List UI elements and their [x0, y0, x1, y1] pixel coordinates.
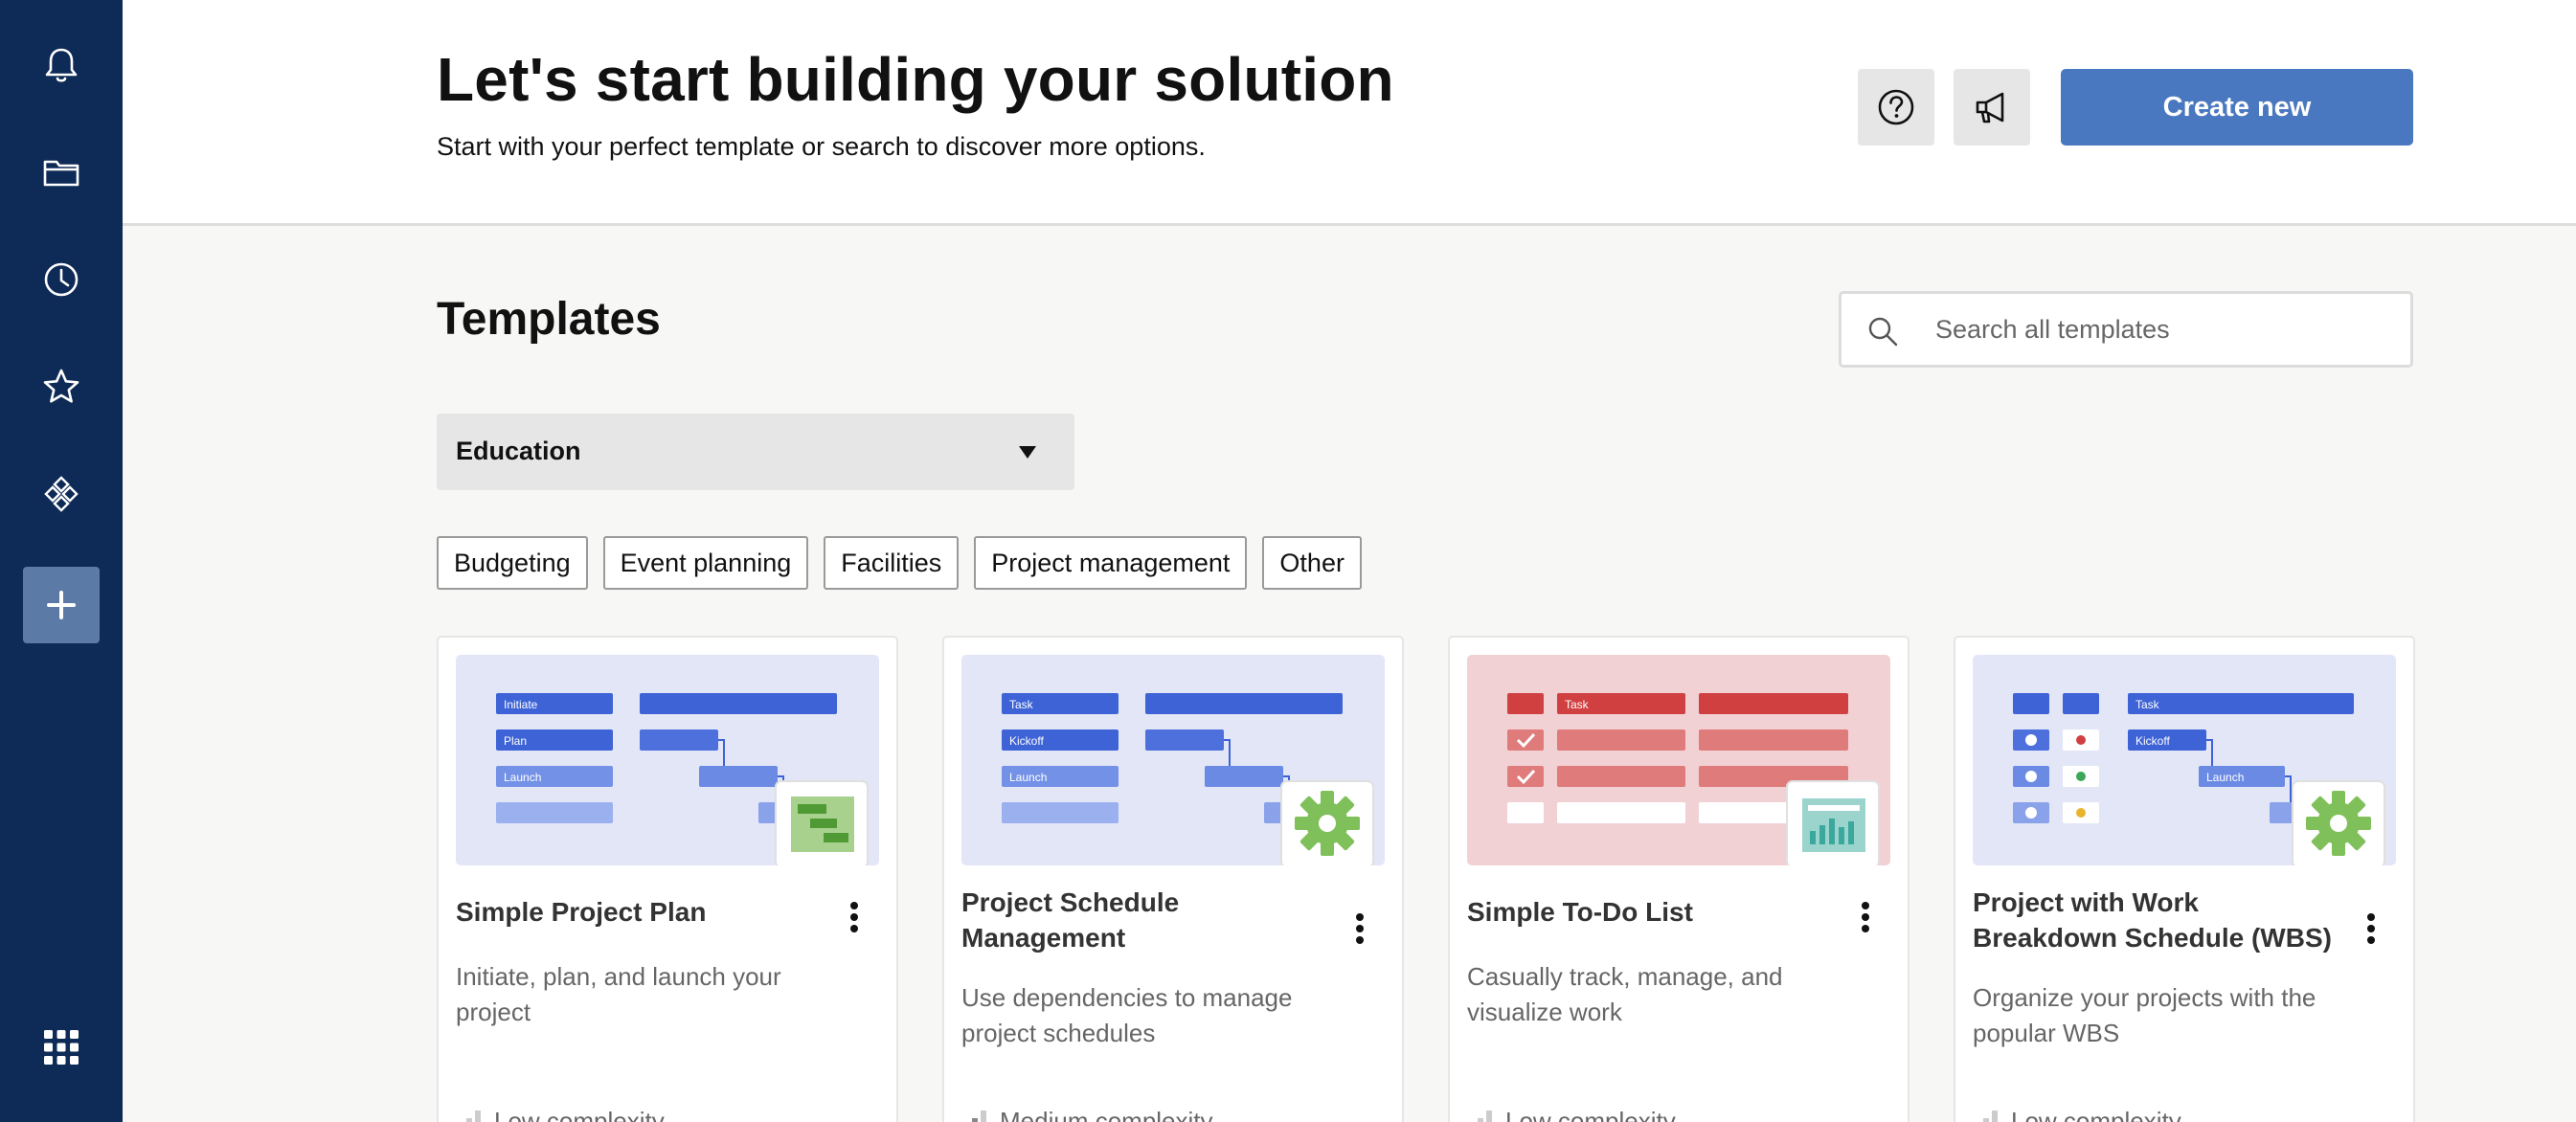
complexity-label: Low complexity [1505, 1107, 1676, 1122]
caret-down-icon [1019, 446, 1036, 459]
template-card-simple-to-do-list[interactable]: Task Simple To-Do List Casually track, m… [1448, 636, 1909, 1122]
template-card-project-with-wbs[interactable]: Task Kickoff Launch Project with Work Br… [1954, 636, 2415, 1122]
megaphone-icon [1976, 92, 2004, 123]
workapps-button[interactable] [23, 456, 100, 532]
filter-chip-budgeting[interactable]: Budgeting [437, 536, 588, 590]
complexity-label: Medium complexity [1000, 1107, 1213, 1122]
filter-chip-facilities[interactable]: Facilities [824, 536, 960, 590]
app-grid-icon [44, 1030, 79, 1065]
complexity-indicator: Medium complexity [961, 1107, 1213, 1122]
create-nav-button[interactable] [23, 567, 100, 643]
thumb-label-launch: Launch [504, 771, 541, 784]
search-input[interactable] [1935, 294, 2385, 365]
page-header: Let's start building your solution Start… [123, 0, 2576, 226]
bar-signal-icon [1478, 1110, 1492, 1122]
diamond-grid-icon [44, 476, 79, 512]
templates-heading: Templates [437, 294, 661, 345]
template-thumbnail: Task Kickoff Launch [961, 655, 1385, 865]
more-options-button[interactable] [1846, 894, 1885, 940]
left-sidebar [0, 0, 123, 1122]
complexity-indicator: Low complexity [456, 1107, 665, 1122]
bell-icon [45, 48, 78, 82]
template-title: Project Schedule Management [961, 887, 1180, 953]
vertical-ellipsis-icon [2367, 913, 2375, 944]
thumb-label-launch: Launch [1009, 771, 1047, 784]
template-description: Casually track, manage, and visualize wo… [1467, 962, 1783, 1026]
plus-icon [47, 591, 76, 619]
create-new-button[interactable]: Create new [2061, 69, 2413, 146]
folder-icon [43, 160, 79, 187]
category-dropdown[interactable]: Education [437, 414, 1074, 490]
template-description: Organize your projects with the popular … [1973, 983, 2316, 1047]
more-options-button[interactable] [1341, 906, 1379, 952]
template-title: Simple Project Plan [456, 897, 707, 927]
bar-signal-icon [972, 1110, 986, 1122]
thumb-label-initiate: Initiate [504, 698, 538, 711]
template-card-project-schedule-management[interactable]: Task Kickoff Launch Project Schedule Man… [942, 636, 1404, 1122]
help-button[interactable] [1858, 69, 1934, 146]
complexity-indicator: Low complexity [1973, 1107, 2181, 1122]
vertical-ellipsis-icon [850, 902, 858, 932]
complexity-label: Low complexity [494, 1107, 665, 1122]
vertical-ellipsis-icon [1862, 902, 1869, 932]
favorites-button[interactable] [23, 348, 100, 425]
filter-chips: Budgeting Event planning Facilities Proj… [437, 536, 1362, 590]
star-icon [43, 369, 79, 403]
thumb-label-kickoff: Kickoff [1009, 734, 1044, 748]
complexity-label: Low complexity [2011, 1107, 2181, 1122]
app-launcher-button[interactable] [23, 1009, 100, 1086]
template-title: Simple To-Do List [1467, 897, 1693, 927]
thumb-label-kickoff: Kickoff [2135, 734, 2170, 748]
announcements-button[interactable] [1954, 69, 2030, 146]
thumb-label-plan: Plan [504, 734, 527, 748]
browse-button[interactable] [23, 134, 100, 211]
thumb-label-task: Task [2135, 698, 2160, 711]
dashboard-icon [1802, 798, 1865, 852]
template-card-simple-project-plan[interactable]: Initiate Plan Launch Simple Project Plan… [437, 636, 898, 1122]
page-subtitle: Start with your perfect template or sear… [437, 132, 1206, 161]
category-selected-value: Education [456, 437, 581, 465]
vertical-ellipsis-icon [1356, 913, 1364, 944]
thumb-label-task: Task [1565, 698, 1590, 711]
filter-chip-project-management[interactable]: Project management [974, 536, 1248, 590]
gear-icon [2306, 791, 2371, 856]
clock-icon [44, 262, 79, 297]
filter-chip-other[interactable]: Other [1262, 536, 1362, 590]
page-title: Let's start building your solution [437, 45, 1394, 114]
template-description: Use dependencies to manage project sched… [961, 983, 1293, 1047]
search-icon [1868, 317, 1898, 347]
template-thumbnail: Initiate Plan Launch [456, 655, 879, 865]
bar-signal-icon [466, 1110, 481, 1122]
template-search [1839, 291, 2413, 368]
template-title: Project with Work Breakdown Schedule (WB… [1973, 887, 2332, 953]
thumb-label-launch: Launch [2206, 771, 2244, 784]
more-options-button[interactable] [2352, 906, 2390, 952]
filter-chip-event-planning[interactable]: Event planning [602, 536, 809, 590]
bar-signal-icon [1983, 1110, 1998, 1122]
template-thumbnail: Task [1467, 655, 1890, 865]
complexity-indicator: Low complexity [1467, 1107, 1676, 1122]
template-thumbnail: Task Kickoff Launch [1973, 655, 2396, 865]
notifications-button[interactable] [23, 27, 100, 103]
more-options-button[interactable] [835, 894, 873, 940]
template-description: Initiate, plan, and launch your project [456, 962, 781, 1026]
gantt-icon [791, 797, 854, 852]
gear-icon [1295, 791, 1360, 856]
recents-button[interactable] [23, 241, 100, 318]
thumb-label-task: Task [1009, 698, 1034, 711]
help-circle-icon [1878, 89, 1914, 125]
